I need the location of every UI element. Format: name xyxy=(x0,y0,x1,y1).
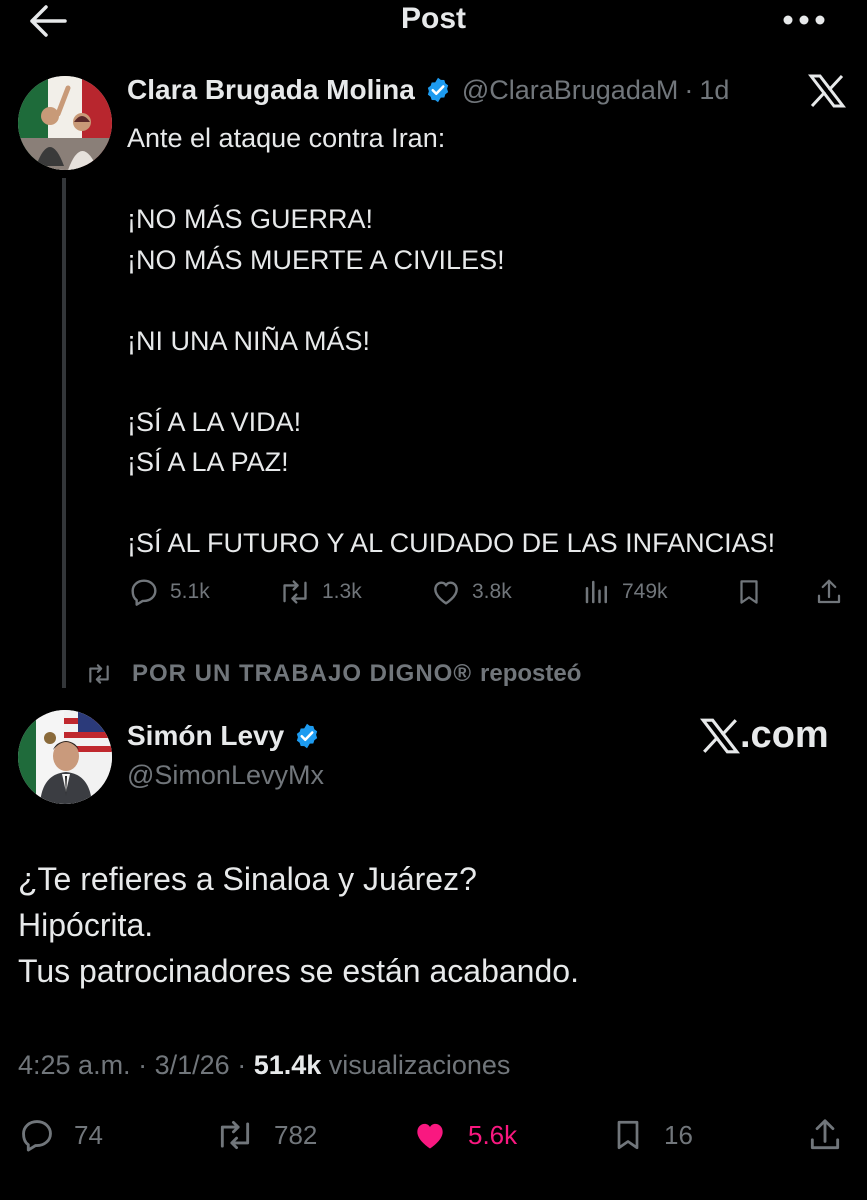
bookmark-count: 16 xyxy=(664,1119,693,1150)
repost-banner[interactable]: POR UN TRABAJO DIGNO® reposteó xyxy=(84,660,581,688)
repost-button[interactable]: 1.3k xyxy=(278,576,362,608)
repost-count: 1.3k xyxy=(322,580,362,603)
share-icon[interactable] xyxy=(814,576,844,608)
bookmark-button[interactable]: 16 xyxy=(610,1116,693,1154)
dot-separator: · xyxy=(237,1050,247,1080)
post-time: 4:25 a.m. xyxy=(18,1050,131,1080)
repost-verb: reposteó xyxy=(480,660,582,687)
avatar-simon[interactable] xyxy=(18,710,112,804)
repost-button[interactable]: 782 xyxy=(214,1116,317,1154)
bookmark-icon xyxy=(617,1120,639,1150)
views-count: 51.4k xyxy=(253,1050,322,1080)
page-title: Post xyxy=(400,2,466,35)
author-name[interactable]: Simón Levy xyxy=(127,720,284,752)
like-button[interactable]: 3.8k xyxy=(430,576,512,608)
like-button[interactable]: 5.6k xyxy=(410,1116,517,1154)
author-handle[interactable]: @SimonLevyMx xyxy=(127,760,324,791)
like-icon xyxy=(434,581,458,605)
bookmark-icon[interactable] xyxy=(734,576,764,608)
share-icon[interactable] xyxy=(806,1116,844,1154)
repost-count: 782 xyxy=(274,1119,318,1150)
thread-line xyxy=(62,178,66,688)
repost-icon xyxy=(220,1120,250,1150)
repost-icon xyxy=(89,664,109,684)
reply-count: 74 xyxy=(74,1119,103,1150)
dot-separator: · xyxy=(684,74,694,105)
x-logo-icon xyxy=(808,74,846,108)
like-count: 3.8k xyxy=(472,580,512,603)
reply-button[interactable]: 74 xyxy=(18,1116,103,1154)
views-icon xyxy=(585,580,607,604)
post-date: 3/1/26 xyxy=(154,1050,230,1080)
reply-button[interactable]: 5.1k xyxy=(128,576,210,608)
reply-icon xyxy=(131,579,157,606)
dot-separator: · xyxy=(138,1050,148,1080)
quoted-post-text: Ante el ataque contra Iran: ¡NO MÁS GUER… xyxy=(127,123,776,558)
like-icon xyxy=(417,1123,443,1149)
reply-icon xyxy=(22,1120,52,1152)
post-time: 1d xyxy=(699,74,730,105)
reply-count: 5.1k xyxy=(170,580,210,603)
x-logo-icon xyxy=(700,718,740,753)
author-name[interactable]: Clara Brugada Molina xyxy=(127,74,415,106)
views-count: 749k xyxy=(622,580,668,603)
x-com-watermark: .com xyxy=(700,714,829,757)
views-label: visualizaciones xyxy=(328,1050,511,1080)
watermark-text: .com xyxy=(740,714,829,756)
more-icon[interactable] xyxy=(782,14,826,26)
verified-icon xyxy=(293,722,321,750)
verified-icon xyxy=(424,76,452,104)
post-metadata: 4:25 a.m. · 3/1/26 · 51.4k visualizacion… xyxy=(18,1050,510,1081)
views-button[interactable]: 749k xyxy=(582,576,668,608)
like-count: 5.6k xyxy=(468,1119,518,1150)
reposter-name[interactable]: POR UN TRABAJO DIGNO® xyxy=(132,660,472,688)
avatar-clara[interactable] xyxy=(18,76,112,170)
repost-icon xyxy=(283,580,307,604)
author-handle[interactable]: @ClaraBrugadaM xyxy=(462,75,679,106)
main-post-text: ¿Te refieres a Sinaloa y Juárez? Hipócri… xyxy=(18,861,579,989)
